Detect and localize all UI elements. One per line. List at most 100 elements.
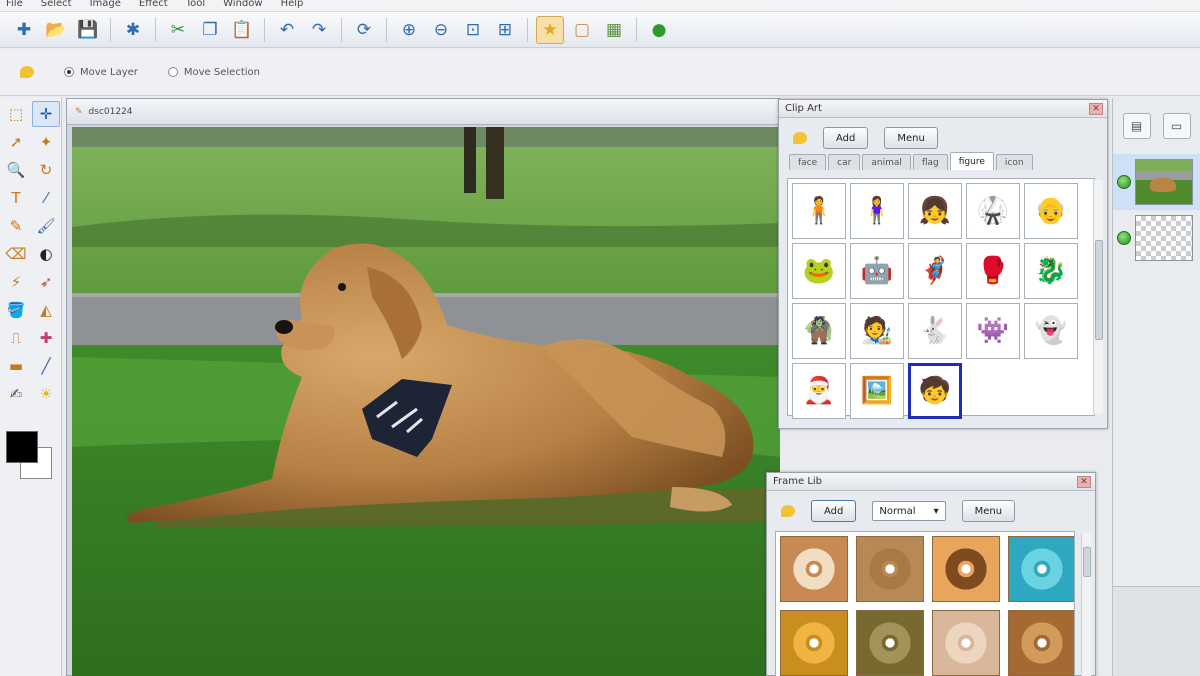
clip-art-item[interactable]: 👧	[908, 183, 962, 239]
move-tool-icon[interactable]: ✛	[32, 101, 60, 127]
layer-row-photo[interactable]	[1113, 154, 1200, 210]
actual-size-icon[interactable]: ⊞	[491, 16, 519, 44]
visibility-icon[interactable]	[1117, 175, 1131, 189]
clip-art-add-button[interactable]: Add	[823, 127, 869, 149]
stamp-tool-icon[interactable]: ⎍	[2, 325, 30, 351]
fit-icon[interactable]: ⊡	[459, 16, 487, 44]
close-icon[interactable]: ✕	[1077, 475, 1091, 488]
lightning-tool-icon[interactable]: ⚡	[2, 269, 30, 295]
tab-icon[interactable]: icon	[995, 154, 1033, 170]
tab-face[interactable]: face	[789, 154, 827, 170]
move-layer-radio[interactable]: Move Layer	[64, 67, 138, 78]
clip-art-scrollbar[interactable]	[1093, 180, 1103, 414]
menu-help[interactable]: Help	[281, 0, 304, 10]
line-tool-icon[interactable]: ╱	[32, 353, 60, 379]
frame-item[interactable]	[1008, 536, 1074, 602]
clip-art-item[interactable]: 🧍	[792, 183, 846, 239]
clip-art-item[interactable]: 👾	[966, 303, 1020, 359]
frame-lib-titlebar[interactable]: Frame Lib ✕	[767, 473, 1095, 491]
frame-item[interactable]	[1008, 610, 1074, 676]
scrollbar-thumb[interactable]	[1095, 240, 1103, 340]
layer-options-icon[interactable]: ▤	[1122, 113, 1151, 139]
undo-icon[interactable]: ↶	[273, 16, 301, 44]
heal-tool-icon[interactable]: ✚	[32, 325, 60, 351]
clip-art-item[interactable]: 👴	[1024, 183, 1078, 239]
text-tool-icon[interactable]: T	[2, 185, 30, 211]
clip-art-item[interactable]: 🖼️	[850, 363, 904, 419]
clip-art-item[interactable]: 🧌	[792, 303, 846, 359]
paste-icon[interactable]: 📋	[228, 16, 256, 44]
frame-item[interactable]	[856, 610, 924, 676]
canvas-titlebar[interactable]: ✎ dsc01224	[67, 99, 779, 125]
go-icon[interactable]: ●	[645, 16, 673, 44]
copy-icon[interactable]: ❐	[196, 16, 224, 44]
contrast-tool-icon[interactable]: ◐	[32, 241, 60, 267]
open-icon[interactable]: 📂	[42, 16, 70, 44]
layer-row-transparent[interactable]	[1113, 210, 1200, 266]
eraser-tool-icon[interactable]: ⌫	[2, 241, 30, 267]
frame-item[interactable]	[932, 536, 1000, 602]
smudge-tool-icon[interactable]: ➶	[32, 269, 60, 295]
rotate-tool-icon[interactable]: ↻	[32, 157, 60, 183]
clip-art-item[interactable]: 🥋	[966, 183, 1020, 239]
lasso-tool-icon[interactable]: ➚	[2, 129, 30, 155]
save-icon[interactable]: 💾	[74, 16, 102, 44]
tab-figure[interactable]: figure	[949, 152, 994, 170]
close-icon[interactable]: ✕	[1089, 102, 1103, 115]
menu-image[interactable]: Image	[90, 0, 121, 10]
photo-canvas[interactable]	[72, 127, 780, 676]
clip-art-item[interactable]: 🐇	[908, 303, 962, 359]
star-icon[interactable]: ★	[536, 15, 564, 44]
eyedropper-tool-icon[interactable]: ⁄	[32, 185, 60, 211]
zoom-in-icon[interactable]: ⊕	[395, 16, 423, 44]
frame-mode-select[interactable]: Normal ▾	[872, 501, 946, 521]
clip-art-item[interactable]: 🤖	[850, 243, 904, 299]
marquee-tool-icon[interactable]: ⬚	[2, 101, 30, 127]
clip-art-item[interactable]: 🥊	[966, 243, 1020, 299]
zoom-tool-icon[interactable]: 🔍	[2, 157, 30, 183]
picture-icon[interactable]: ▦	[600, 16, 628, 44]
visibility-icon[interactable]	[1117, 231, 1131, 245]
clip-art-menu-button[interactable]: Menu	[884, 127, 938, 149]
clip-art-titlebar[interactable]: Clip Art ✕	[779, 100, 1107, 118]
tab-car[interactable]: car	[828, 154, 861, 170]
note-tool-icon[interactable]: ✍	[2, 381, 30, 407]
frame-item[interactable]	[856, 536, 924, 602]
clip-art-item[interactable]: 👻	[1024, 303, 1078, 359]
frame-lib-scrollbar[interactable]	[1081, 533, 1091, 676]
tab-flag[interactable]: flag	[912, 154, 948, 170]
paint-bucket-tool-icon[interactable]: 🪣	[2, 297, 30, 323]
menu-tool[interactable]: Tool	[186, 0, 205, 10]
move-selection-radio[interactable]: Move Selection	[167, 67, 260, 78]
clip-art-item[interactable]: 🎅	[792, 363, 846, 419]
menu-select[interactable]: Select	[41, 0, 72, 10]
foreground-color-swatch[interactable]	[6, 431, 38, 463]
scrollbar-thumb[interactable]	[1083, 547, 1091, 577]
clip-art-item[interactable]: 🧍‍♀️	[850, 183, 904, 239]
brush-tool-icon[interactable]: 🖌	[32, 213, 60, 239]
frame-lib-menu-button[interactable]: Menu	[961, 500, 1016, 522]
clip-art-item[interactable]: 🐸	[792, 243, 846, 299]
frame-item[interactable]	[780, 536, 848, 602]
frame-lib-add-button[interactable]: Add	[811, 500, 857, 522]
clip-art-item[interactable]: 🧑‍🎨	[850, 303, 904, 359]
frame-item[interactable]	[932, 610, 1000, 676]
frame-icon[interactable]: ▢	[568, 16, 596, 44]
layer-new-icon[interactable]: ▭	[1162, 113, 1191, 139]
menu-effect[interactable]: Effect	[139, 0, 168, 10]
zoom-out-icon[interactable]: ⊖	[427, 16, 455, 44]
menu-file[interactable]: File	[6, 0, 23, 10]
sun-tool-icon[interactable]: ☀	[32, 381, 60, 407]
pencil-tool-icon[interactable]: ✎	[2, 213, 30, 239]
new-icon[interactable]: ✚	[10, 16, 38, 44]
clip-art-item[interactable]: 🦸	[908, 243, 962, 299]
refresh-icon[interactable]: ⟳	[350, 16, 378, 44]
magic-wand-tool-icon[interactable]: ✦	[32, 129, 60, 155]
wand-icon[interactable]: ✱	[119, 16, 147, 44]
shape-tool-icon[interactable]: ▬	[2, 353, 30, 379]
clip-art-item[interactable]: 🐉	[1024, 243, 1078, 299]
frame-item[interactable]	[780, 610, 848, 676]
tab-animal[interactable]: animal	[862, 154, 911, 170]
redo-icon[interactable]: ↷	[305, 16, 333, 44]
cut-icon[interactable]: ✂	[164, 16, 192, 44]
